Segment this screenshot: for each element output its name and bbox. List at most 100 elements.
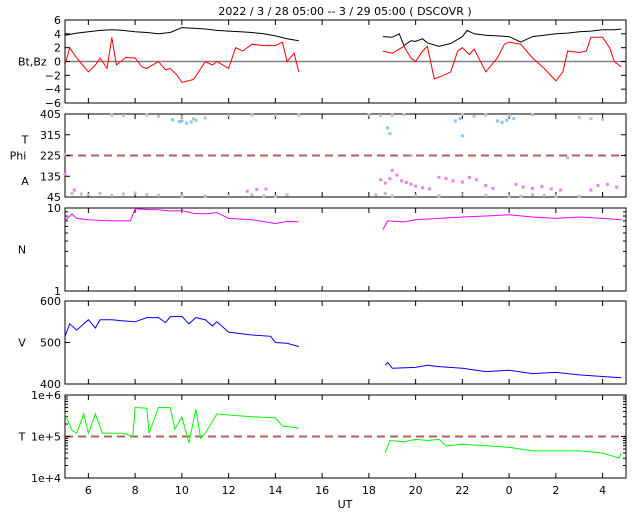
x-tick-label: 22 — [455, 484, 469, 497]
scatter-point-blue — [386, 126, 390, 130]
scatter-point-blue — [189, 120, 193, 124]
x-tick-label: 16 — [315, 484, 329, 497]
scatter-point-blue — [500, 121, 504, 125]
scatter-point-pink — [514, 182, 518, 186]
scatter-point-pink — [255, 187, 259, 191]
panel-frame — [64, 300, 627, 385]
scatter-point-pink — [589, 188, 593, 192]
scatter-point-gray — [145, 113, 149, 117]
y-tick-label: 315 — [40, 129, 61, 142]
scatter-point-gray — [437, 194, 441, 198]
panel-3: 600500400V — [18, 295, 627, 391]
y-tick-label: 2 — [54, 42, 61, 55]
y-axis-label: V — [18, 337, 26, 350]
scatter-point-pink — [521, 185, 525, 189]
y-tick-label: 225 — [40, 150, 61, 163]
panel-0: 6420−2−4−6Bt,Bz — [18, 14, 627, 110]
scatter-point-gray — [367, 113, 371, 117]
scatter-point-gray — [63, 152, 67, 156]
scatter-point-pink — [484, 183, 488, 187]
scatter-point-gray — [566, 156, 570, 160]
x-tick-label: 12 — [222, 484, 236, 497]
scatter-point-pink — [390, 168, 394, 172]
x-tick-label: 18 — [362, 484, 376, 497]
scatter-point-pink — [395, 173, 399, 177]
scatter-point-gray — [390, 113, 394, 117]
scatter-point-gray — [79, 192, 83, 196]
scatter-point-blue — [505, 118, 509, 122]
scatter-point-blue — [495, 119, 499, 123]
y-tick-label: 600 — [40, 295, 61, 308]
scatter-point-gray — [554, 194, 558, 198]
y-tick-label: −4 — [45, 83, 61, 96]
scatter-point-pink — [379, 178, 383, 182]
scatter-point-gray — [577, 115, 581, 119]
scatter-point-gray — [133, 191, 137, 195]
scatter-point-gray — [250, 113, 254, 117]
y-axis-label: A — [21, 175, 29, 188]
scatter-point-pink — [400, 179, 404, 183]
scatter-point-pink — [474, 178, 478, 182]
scatter-point-gray — [507, 114, 511, 118]
scatter-point-pink — [414, 184, 418, 188]
y-tick-label: 6 — [54, 14, 61, 27]
scatter-point-gray — [472, 114, 476, 118]
scatter-point-pink — [72, 188, 76, 192]
scatter-point-gray — [86, 193, 90, 197]
scatter-point-gray — [460, 193, 464, 197]
scatter-point-gray — [601, 117, 605, 121]
scatter-point-gray — [157, 114, 160, 118]
scatter-point-blue — [185, 121, 189, 125]
scatter-point-pink — [451, 179, 455, 183]
scatter-point-gray — [402, 113, 406, 117]
scatter-point-pink — [491, 186, 495, 190]
scatter-point-gray — [589, 117, 593, 121]
scatter-point-gray — [273, 194, 277, 198]
panel-2: 101N — [18, 202, 627, 298]
scatter-point-gray — [414, 193, 418, 197]
scatter-point-gray — [203, 194, 207, 198]
scatter-point-gray — [121, 114, 125, 118]
scatter-point-gray — [227, 193, 231, 197]
scatter-point-pink — [388, 177, 392, 181]
series-v — [64, 315, 622, 379]
scatter-point-gray — [409, 154, 413, 157]
scatter-point-pink — [467, 175, 471, 179]
y-axis-label: N — [18, 244, 26, 257]
scatter-point-pink — [264, 187, 268, 191]
y-tick-label: −2 — [45, 69, 61, 82]
x-tick-label: 20 — [409, 484, 423, 497]
scatter-point-blue — [171, 118, 175, 122]
scatter-point-gray — [484, 113, 488, 117]
scatter-point-pink — [63, 172, 67, 176]
scatter-point-gray — [70, 192, 74, 196]
scatter-point-pink — [460, 180, 464, 184]
y-tick-label: 405 — [40, 108, 61, 121]
scatter-point-pink — [245, 189, 249, 193]
y-tick-label: 0 — [54, 56, 61, 69]
panel-frame — [64, 207, 627, 292]
y-axis-label: Bt,Bz — [18, 56, 47, 69]
scatter-point-gray — [203, 116, 207, 120]
scatter-point-gray — [379, 114, 383, 118]
y-tick-label: 1e+5 — [31, 431, 61, 444]
scatter-point-gray — [145, 193, 149, 197]
series-bt — [64, 27, 622, 47]
scatter-point-gray — [157, 193, 160, 197]
scatter-point-blue — [460, 134, 464, 138]
scatter-point-pink — [596, 183, 600, 187]
y-axis-label: T — [18, 431, 26, 444]
scatter-point-pink — [531, 186, 534, 190]
y-tick-label: 500 — [40, 337, 61, 350]
x-tick-label: 6 — [85, 484, 92, 497]
series-tp — [64, 406, 622, 459]
scatter-point-blue — [512, 117, 516, 121]
scatter-point-gray — [531, 193, 534, 197]
scatter-point-pink — [404, 180, 408, 184]
x-tick-label: 2 — [552, 484, 559, 497]
chart-title: 2022 / 3 / 28 05:00 -- 3 / 29 05:00 ( DS… — [218, 5, 471, 18]
scatter-point-gray — [273, 114, 277, 118]
scatter-point-gray — [507, 194, 511, 198]
scatter-point-pink — [383, 181, 387, 185]
y-tick-label: 135 — [40, 170, 61, 183]
